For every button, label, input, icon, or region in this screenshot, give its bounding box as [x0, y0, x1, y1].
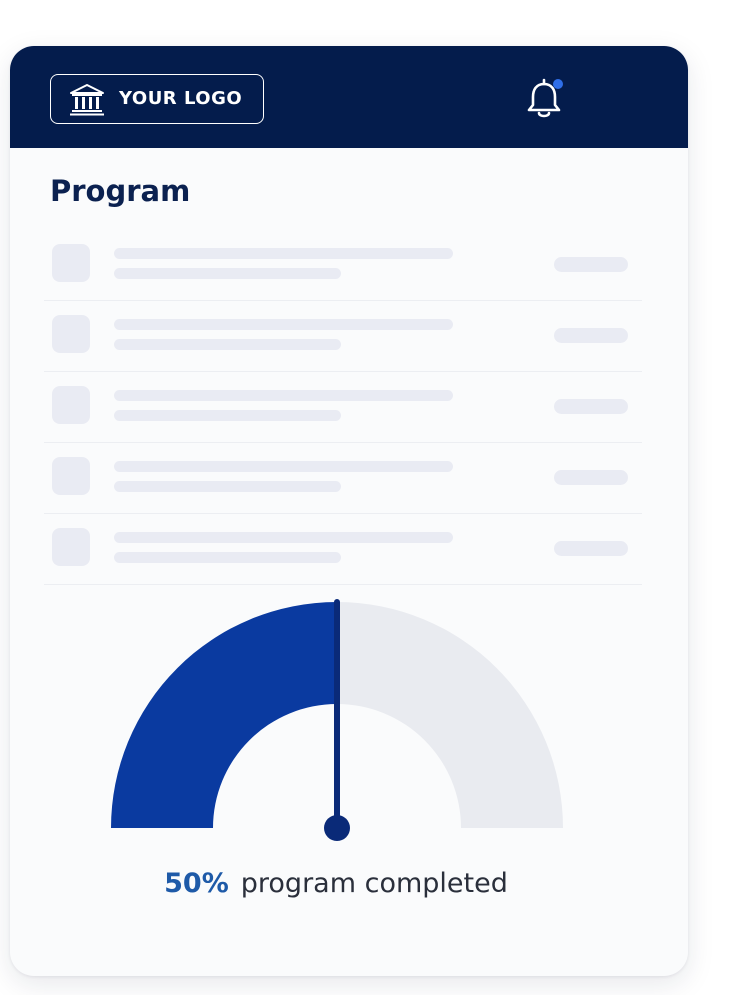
program-list — [44, 230, 642, 585]
progress-percent: 50% — [164, 868, 229, 899]
gauge-hub — [324, 815, 350, 841]
placeholder-thumbnail — [52, 244, 90, 282]
placeholder-line — [114, 410, 341, 421]
placeholder-thumbnail — [52, 528, 90, 566]
placeholder-line — [114, 390, 453, 401]
placeholder-thumbnail — [52, 386, 90, 424]
placeholder-line — [114, 552, 341, 563]
notification-dot — [553, 79, 563, 89]
gauge-fill — [111, 602, 337, 828]
placeholder-pill — [554, 470, 628, 485]
bank-building-icon — [70, 84, 104, 116]
placeholder-thumbnail — [52, 315, 90, 353]
placeholder-line — [114, 248, 453, 259]
progress-label: program completed — [240, 868, 508, 899]
list-item[interactable] — [44, 443, 642, 514]
placeholder-line — [114, 339, 341, 350]
placeholder-pill — [554, 541, 628, 556]
placeholder-pill — [554, 328, 628, 343]
placeholder-line — [114, 268, 341, 279]
list-item[interactable] — [44, 514, 642, 585]
placeholder-line — [114, 481, 341, 492]
placeholder-line — [114, 461, 453, 472]
app-header: YOUR LOGO — [10, 46, 688, 148]
placeholder-line — [114, 319, 453, 330]
progress-caption: 50% program completed — [10, 868, 662, 899]
bell-icon[interactable] — [524, 78, 564, 120]
gauge-track — [337, 602, 563, 828]
list-item[interactable] — [44, 230, 642, 301]
list-item[interactable] — [44, 372, 642, 443]
placeholder-pill — [554, 399, 628, 414]
logo-text: YOUR LOGO — [119, 88, 243, 109]
placeholder-pill — [554, 257, 628, 272]
logo[interactable]: YOUR LOGO — [50, 74, 264, 124]
progress-gauge — [111, 599, 563, 841]
program-card: YOUR LOGO Program 50% program completed — [10, 46, 688, 976]
placeholder-thumbnail — [52, 457, 90, 495]
page-title: Program — [50, 174, 191, 208]
placeholder-line — [114, 532, 453, 543]
list-item[interactable] — [44, 301, 642, 372]
